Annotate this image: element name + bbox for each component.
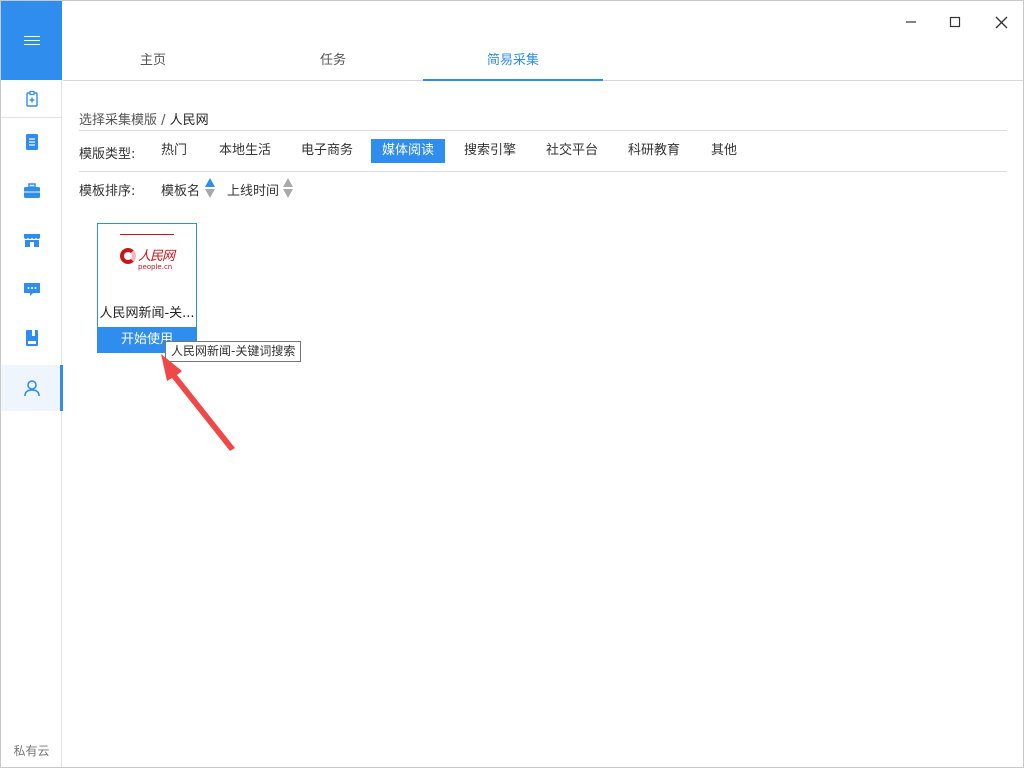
sidebar-item-new-task[interactable] bbox=[1, 80, 62, 118]
breadcrumb-parent[interactable]: 选择采集模版 bbox=[79, 113, 157, 128]
minimize-button[interactable] bbox=[896, 9, 926, 35]
breadcrumb: 选择采集模版 / 人民网 bbox=[79, 109, 209, 128]
category-search-engine[interactable]: 搜索引擎 bbox=[453, 139, 527, 163]
user-icon bbox=[23, 380, 40, 397]
book-icon bbox=[25, 330, 38, 346]
title-bar: 主页 任务 简易采集 bbox=[63, 1, 1023, 81]
sidebar-item-document[interactable] bbox=[1, 119, 62, 165]
category-hot[interactable]: 热门 bbox=[150, 139, 198, 163]
sort-by-online-time[interactable]: 上线时间 bbox=[227, 180, 279, 199]
category-media-reading[interactable]: 媒体阅读 bbox=[371, 139, 446, 163]
menu-button[interactable] bbox=[1, 1, 62, 80]
store-icon bbox=[23, 234, 40, 247]
sort-name-arrows-icon[interactable] bbox=[205, 178, 215, 198]
logo-domain: people.cn bbox=[138, 263, 173, 271]
divider bbox=[79, 171, 1007, 172]
sidebar-item-book[interactable] bbox=[1, 315, 62, 361]
close-icon bbox=[995, 16, 1007, 28]
app-window: 私有云 主页 任务 简易采集 选择采集模版 / 人民网 模版类型: 热门 本地生… bbox=[0, 0, 1024, 768]
logo-text: 人民网 bbox=[138, 249, 175, 264]
breadcrumb-separator: / bbox=[157, 113, 170, 128]
private-cloud-link[interactable]: 私有云 bbox=[1, 742, 62, 759]
category-social-platform[interactable]: 社交平台 bbox=[535, 139, 609, 163]
tab-bar: 主页 任务 简易采集 bbox=[63, 43, 603, 81]
category-other[interactable]: 其他 bbox=[700, 139, 748, 163]
tab-home[interactable]: 主页 bbox=[63, 43, 243, 81]
sidebar-item-store[interactable] bbox=[1, 217, 62, 263]
breadcrumb-current: 人民网 bbox=[169, 113, 209, 128]
people-cn-logo: 人民网 people.cn bbox=[112, 234, 182, 274]
maximize-button[interactable] bbox=[940, 9, 970, 35]
briefcase-icon bbox=[23, 183, 40, 198]
sort-time-arrows-icon[interactable] bbox=[283, 178, 293, 198]
maximize-icon bbox=[949, 16, 961, 28]
hamburger-icon bbox=[23, 35, 40, 46]
template-sort-label: 模板排序: bbox=[79, 184, 136, 199]
tab-tasks[interactable]: 任务 bbox=[243, 43, 423, 81]
template-card[interactable]: 人民网 people.cn 人民网新闻-关... 开始使用 bbox=[97, 223, 197, 353]
sidebar-item-user[interactable] bbox=[1, 365, 63, 411]
tooltip: 人民网新闻-关键词搜索 bbox=[165, 341, 302, 362]
category-ecommerce[interactable]: 电子商务 bbox=[290, 139, 364, 163]
sort-by-name[interactable]: 模板名 bbox=[161, 180, 200, 199]
category-local-life[interactable]: 本地生活 bbox=[208, 139, 282, 163]
close-button[interactable] bbox=[986, 9, 1016, 35]
template-type-label: 模版类型: bbox=[79, 147, 136, 162]
sidebar: 私有云 bbox=[1, 1, 63, 767]
new-task-icon bbox=[25, 90, 38, 107]
document-icon bbox=[25, 134, 38, 150]
sidebar-item-briefcase[interactable] bbox=[1, 168, 62, 214]
tab-simple-collect[interactable]: 简易采集 bbox=[423, 43, 603, 81]
category-research-education[interactable]: 科研教育 bbox=[617, 139, 691, 163]
minimize-icon bbox=[906, 21, 916, 23]
template-title: 人民网新闻-关... bbox=[99, 306, 195, 321]
message-icon bbox=[23, 283, 40, 296]
sidebar-item-message[interactable] bbox=[1, 266, 62, 312]
divider bbox=[79, 130, 1007, 131]
